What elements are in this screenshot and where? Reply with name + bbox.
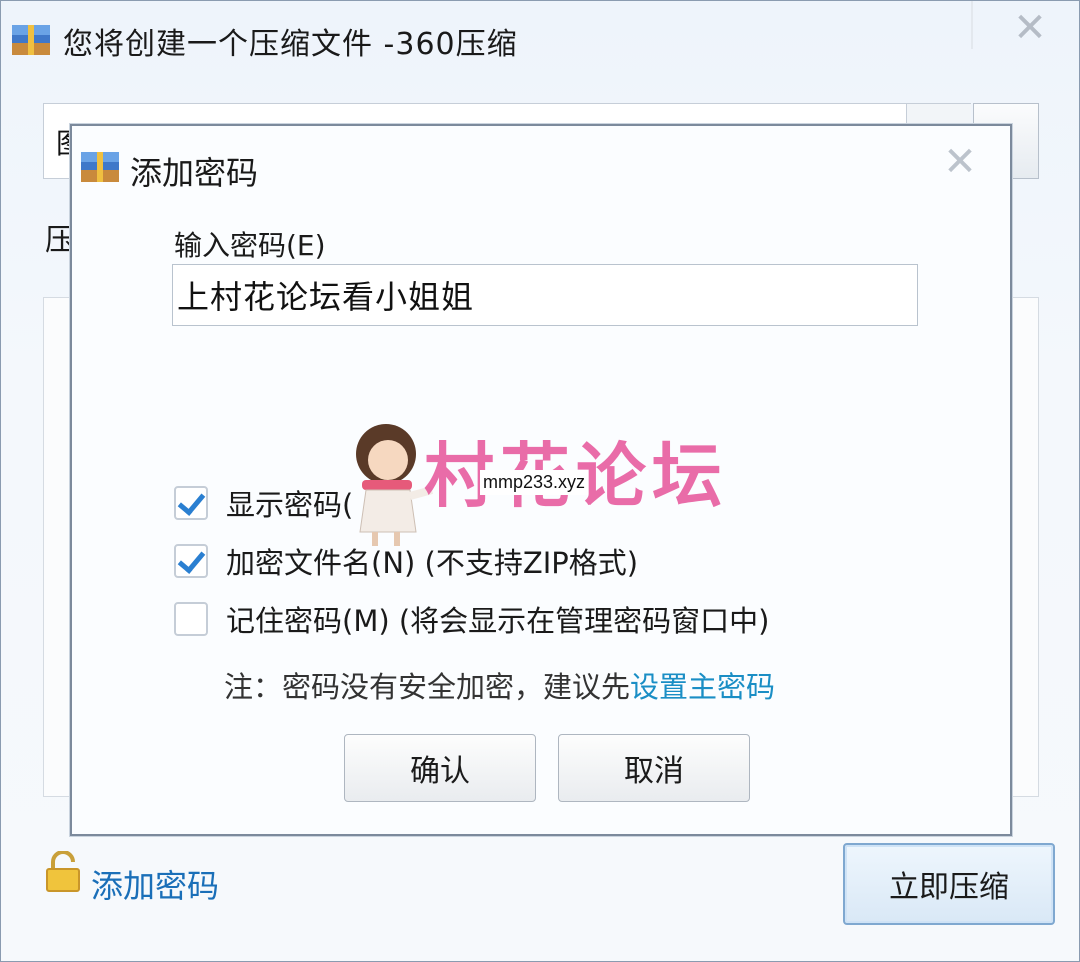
confirm-button[interactable]: 确认 — [344, 734, 536, 802]
remember-password-option[interactable]: 记住密码(M) (将会显示在管理密码窗口中) — [174, 598, 770, 640]
titlebar-separator — [971, 1, 973, 49]
compress-now-button[interactable]: 立即压缩 — [843, 843, 1055, 925]
password-input[interactable] — [172, 264, 918, 326]
watermark-girl-icon — [356, 424, 434, 546]
show-password-option[interactable]: 显示密码( — [174, 482, 353, 524]
close-icon[interactable]: ✕ — [1009, 7, 1051, 49]
security-note: 注：密码没有安全加密，建议先设置主密码 — [224, 664, 775, 706]
add-password-link[interactable]: 添加密码 — [91, 861, 219, 907]
remember-password-checkbox[interactable] — [174, 602, 208, 636]
password-label: 输入密码(E) — [174, 229, 326, 262]
set-master-password-link[interactable]: 设置主密码 — [630, 670, 775, 704]
window-title: 您将创建一个压缩文件 -360压缩 — [63, 27, 518, 62]
dialog-title: 添加密码 — [130, 154, 259, 192]
note-text: 注：密码没有安全加密，建议先 — [224, 670, 631, 704]
lock-icon — [46, 851, 80, 892]
show-password-label: 显示密码( — [226, 488, 354, 522]
archive-icon — [81, 152, 119, 182]
archive-icon — [12, 25, 50, 55]
cancel-button[interactable]: 取消 — [558, 734, 750, 802]
watermark-url: mmp233.xyz — [480, 470, 589, 495]
encrypt-filename-checkbox[interactable] — [174, 544, 208, 578]
close-icon[interactable]: ✕ — [940, 142, 980, 182]
remember-password-label: 记住密码(M) (将会显示在管理密码窗口中) — [226, 604, 770, 638]
show-password-checkbox[interactable] — [174, 486, 208, 520]
